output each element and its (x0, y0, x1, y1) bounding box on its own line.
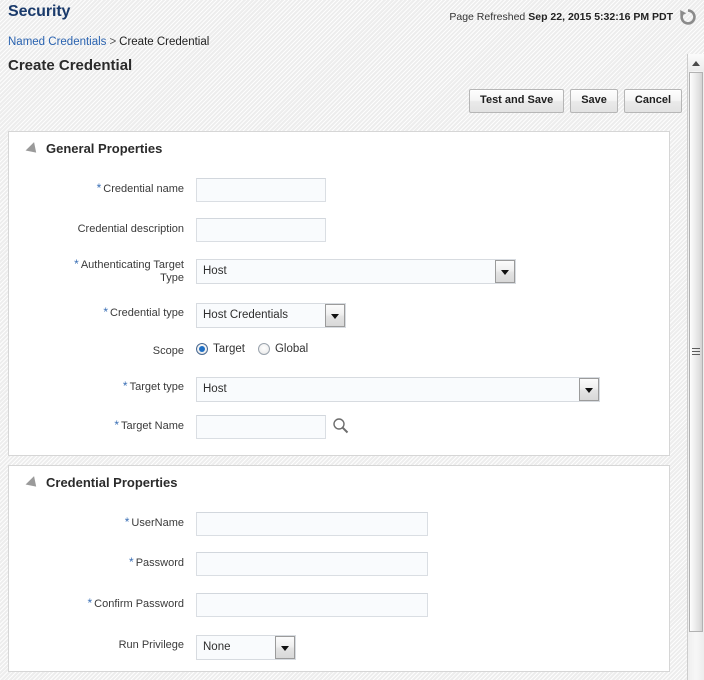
confirm-password-label: * Confirm Password (87, 596, 184, 610)
password-input[interactable] (196, 552, 428, 576)
toolbar: Test and Save Save Cancel (469, 89, 682, 113)
credential-type-value: Host Credentials (203, 309, 289, 321)
disclosure-triangle-icon[interactable] (25, 141, 41, 157)
row-credential-name: * Credential name (9, 178, 429, 202)
authenticating-target-type-label: * Authenticating Target Type (74, 257, 184, 284)
row-authenticating-target-type: * Authenticating Target Type Host (9, 256, 529, 296)
vertical-scrollbar[interactable] (687, 54, 704, 680)
credential-name-label: * Credential name (96, 181, 184, 195)
target-type-select[interactable]: Host (196, 377, 600, 402)
breadcrumb: Named Credentials > Create Credential (8, 36, 209, 48)
confirm-password-input[interactable] (196, 593, 428, 617)
page-refresh-area: Page Refreshed Sep 22, 2015 5:32:16 PM P… (449, 7, 698, 27)
chevron-down-icon[interactable] (325, 304, 345, 327)
credential-properties-panel: Credential Properties * UserName * Passwor… (8, 465, 670, 672)
credential-description-label: Credential description (77, 223, 184, 235)
target-type-label: * Target type (122, 379, 184, 393)
save-button[interactable]: Save (570, 89, 618, 113)
general-properties-panel: General Properties * Credential name Cred… (8, 131, 670, 456)
credential-type-select[interactable]: Host Credentials (196, 303, 346, 328)
scope-radio-global-label[interactable]: Global (275, 343, 308, 355)
breadcrumb-current-create-credential: Create Credential (119, 36, 210, 48)
row-target-type: * Target type Host (9, 376, 629, 402)
required-indicator-icon: * (103, 305, 108, 319)
scope-radio-target-label[interactable]: Target (213, 343, 245, 355)
cancel-button[interactable]: Cancel (623, 89, 682, 113)
row-username: * UserName (9, 512, 449, 536)
scope-radio-global[interactable] (257, 343, 270, 355)
required-indicator-icon: * (96, 181, 102, 195)
test-and-save-button[interactable]: Test and Save (469, 89, 565, 113)
scrollbar-grip-icon (692, 348, 700, 356)
required-indicator-icon: * (124, 515, 130, 529)
row-password: * Password (9, 552, 449, 576)
target-name-input[interactable] (196, 415, 326, 439)
breadcrumb-link-named-credentials[interactable]: Named Credentials (8, 36, 106, 48)
page-title: Create Credential (8, 57, 133, 74)
credential-description-input[interactable] (196, 218, 326, 242)
username-label: * UserName (124, 515, 184, 529)
credential-type-label: * Credential type (103, 305, 184, 319)
scope-radio-group: Target Global (196, 340, 316, 355)
row-scope: Scope Target Global (9, 340, 429, 364)
run-privilege-label: Run Privilege (118, 639, 184, 651)
general-properties-header[interactable]: General Properties (9, 132, 669, 157)
row-credential-type: * Credential type Host Credentials (9, 302, 429, 328)
general-properties-title: General Properties (46, 141, 163, 156)
credential-name-input[interactable] (196, 178, 326, 202)
run-privilege-value: None (203, 641, 231, 653)
page-root: Security Page Refreshed Sep 22, 2015 5:3… (0, 0, 704, 680)
target-type-value: Host (203, 383, 227, 395)
credential-properties-title: Credential Properties (46, 475, 178, 490)
run-privilege-select[interactable]: None (196, 635, 296, 660)
scrollbar-thumb[interactable] (689, 72, 703, 632)
password-label: * Password (129, 555, 184, 569)
required-indicator-icon: * (74, 257, 79, 271)
chevron-down-icon[interactable] (495, 260, 515, 283)
row-target-name: * Target Name (9, 415, 429, 439)
authenticating-target-type-select[interactable]: Host (196, 259, 516, 284)
breadcrumb-separator: > (109, 36, 117, 48)
disclosure-triangle-icon[interactable] (25, 475, 41, 491)
app-title: Security (8, 3, 71, 20)
chevron-down-icon[interactable] (275, 636, 295, 659)
username-input[interactable] (196, 512, 428, 536)
row-run-privilege: Run Privilege None (9, 634, 449, 660)
required-indicator-icon: * (87, 596, 93, 610)
authenticating-target-type-value: Host (203, 265, 227, 277)
page-refreshed-label: Page Refreshed (449, 11, 526, 23)
target-name-label: * Target Name (114, 418, 184, 432)
scroll-up-arrow-icon[interactable] (688, 54, 704, 71)
scope-label: Scope (152, 345, 184, 357)
refresh-icon[interactable] (678, 7, 698, 27)
required-indicator-icon: * (129, 555, 134, 569)
page-refreshed-timestamp: Sep 22, 2015 5:32:16 PM PDT (528, 11, 673, 23)
row-credential-description: Credential description (9, 218, 429, 242)
magnifier-search-icon[interactable] (331, 416, 351, 436)
credential-properties-header[interactable]: Credential Properties (9, 466, 669, 491)
required-indicator-icon: * (122, 379, 128, 393)
scope-radio-target[interactable] (196, 343, 208, 355)
chevron-down-icon[interactable] (579, 378, 599, 401)
row-confirm-password: * Confirm Password (9, 593, 449, 617)
required-indicator-icon: * (114, 418, 120, 432)
